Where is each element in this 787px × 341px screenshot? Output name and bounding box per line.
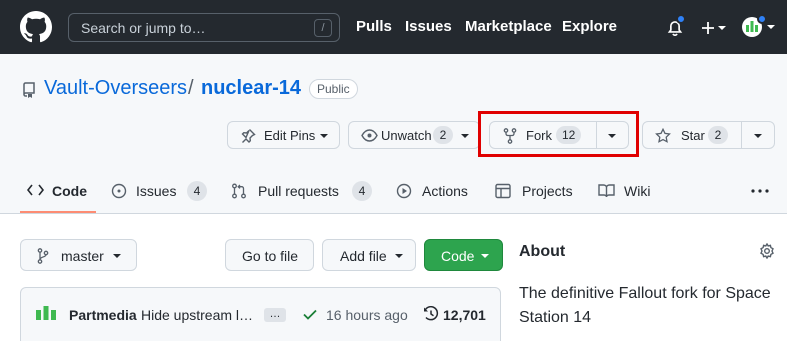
expand-commit-message-button[interactable]: … xyxy=(264,308,286,322)
edit-pins-label: Edit Pins xyxy=(264,128,316,143)
nav-marketplace[interactable]: Marketplace xyxy=(465,18,552,35)
latest-commit-box: Partmedia Hide upstream l… … 16 hours ag… xyxy=(20,287,501,341)
star-label[interactable]: Star xyxy=(681,128,705,143)
add-file-label: Add file xyxy=(340,248,387,264)
check-icon xyxy=(303,309,317,320)
github-logo-icon[interactable] xyxy=(20,11,52,43)
create-new-plus-icon[interactable] xyxy=(701,21,727,35)
about-description: The definitive Fallout fork for Space St… xyxy=(519,285,771,326)
tab-issues[interactable]: Issues xyxy=(136,183,176,199)
chevron-down-icon xyxy=(481,254,489,258)
code-button-label: Code xyxy=(441,248,475,264)
search-shortcut-key: / xyxy=(314,19,332,37)
visibility-badge: Public xyxy=(309,79,358,99)
git-branch-icon xyxy=(37,248,49,264)
nav-explore[interactable]: Explore xyxy=(562,18,617,35)
nav-issues[interactable]: Issues xyxy=(405,18,452,35)
table-icon xyxy=(495,183,511,199)
search-input[interactable]: Search or jump to… / xyxy=(68,13,340,42)
tab-code[interactable]: Code xyxy=(52,183,87,199)
repo-owner-link[interactable]: Vault-Overseers xyxy=(44,77,187,100)
pin-icon xyxy=(241,129,256,143)
issues-count: 4 xyxy=(187,181,207,201)
selected-tab-indicator xyxy=(20,211,96,213)
unwatch-label: Unwatch xyxy=(381,128,432,143)
unwatch-button[interactable]: Unwatch 2 xyxy=(348,121,480,149)
history-icon xyxy=(424,306,439,321)
commit-message[interactable]: Hide upstream l… xyxy=(141,307,253,323)
nav-pulls[interactable]: Pulls xyxy=(356,18,392,35)
branch-name: master xyxy=(61,248,104,264)
chevron-down-icon xyxy=(461,134,469,138)
global-header: Search or jump to… / Pulls Issues Market… xyxy=(0,0,787,54)
tab-actions[interactable]: Actions xyxy=(422,183,468,199)
go-to-file-label: Go to file xyxy=(242,248,299,264)
gear-icon[interactable] xyxy=(759,243,775,259)
eye-icon xyxy=(361,129,378,142)
tab-wiki[interactable]: Wiki xyxy=(624,183,650,199)
commit-time[interactable]: 16 hours ago xyxy=(326,307,408,323)
fork-highlight-box xyxy=(478,111,639,157)
go-to-file-button[interactable]: Go to file xyxy=(225,239,314,271)
add-file-button[interactable]: Add file xyxy=(322,239,416,271)
repo-name-link[interactable]: nuclear-14 xyxy=(201,77,301,100)
watchers-count: 2 xyxy=(433,126,453,144)
tab-pull-requests[interactable]: Pull requests xyxy=(258,183,339,199)
tab-projects[interactable]: Projects xyxy=(522,183,573,199)
about-heading: About xyxy=(519,243,566,260)
commit-count[interactable]: 12,701 xyxy=(443,307,486,323)
chevron-down-icon xyxy=(113,254,121,258)
git-pull-request-icon xyxy=(232,183,246,199)
book-icon xyxy=(598,184,615,198)
code-icon xyxy=(27,184,44,196)
notification-indicator xyxy=(676,14,686,24)
avatar-status-indicator xyxy=(757,14,767,24)
play-icon xyxy=(396,183,412,199)
star-icon xyxy=(655,128,671,143)
issue-opened-icon xyxy=(111,183,127,199)
star-button-group: Star 2 xyxy=(642,121,775,149)
repo-icon xyxy=(23,82,35,98)
edit-pins-button[interactable]: Edit Pins xyxy=(227,121,340,149)
pull-requests-count: 4 xyxy=(352,181,372,201)
kebab-horizontal-icon[interactable] xyxy=(751,189,769,193)
chevron-down-icon xyxy=(320,134,328,138)
commit-author[interactable]: Partmedia xyxy=(69,307,137,323)
chevron-down-icon xyxy=(395,254,403,258)
author-avatar[interactable] xyxy=(35,304,57,324)
stars-count: 2 xyxy=(708,126,728,144)
code-clone-button[interactable]: Code xyxy=(424,239,503,271)
search-placeholder: Search or jump to… xyxy=(81,20,206,36)
branch-select-button[interactable]: master xyxy=(20,239,137,271)
star-dropdown-chevron-icon[interactable] xyxy=(754,134,762,138)
repo-path-separator: / xyxy=(188,77,194,99)
button-divider xyxy=(741,122,742,148)
